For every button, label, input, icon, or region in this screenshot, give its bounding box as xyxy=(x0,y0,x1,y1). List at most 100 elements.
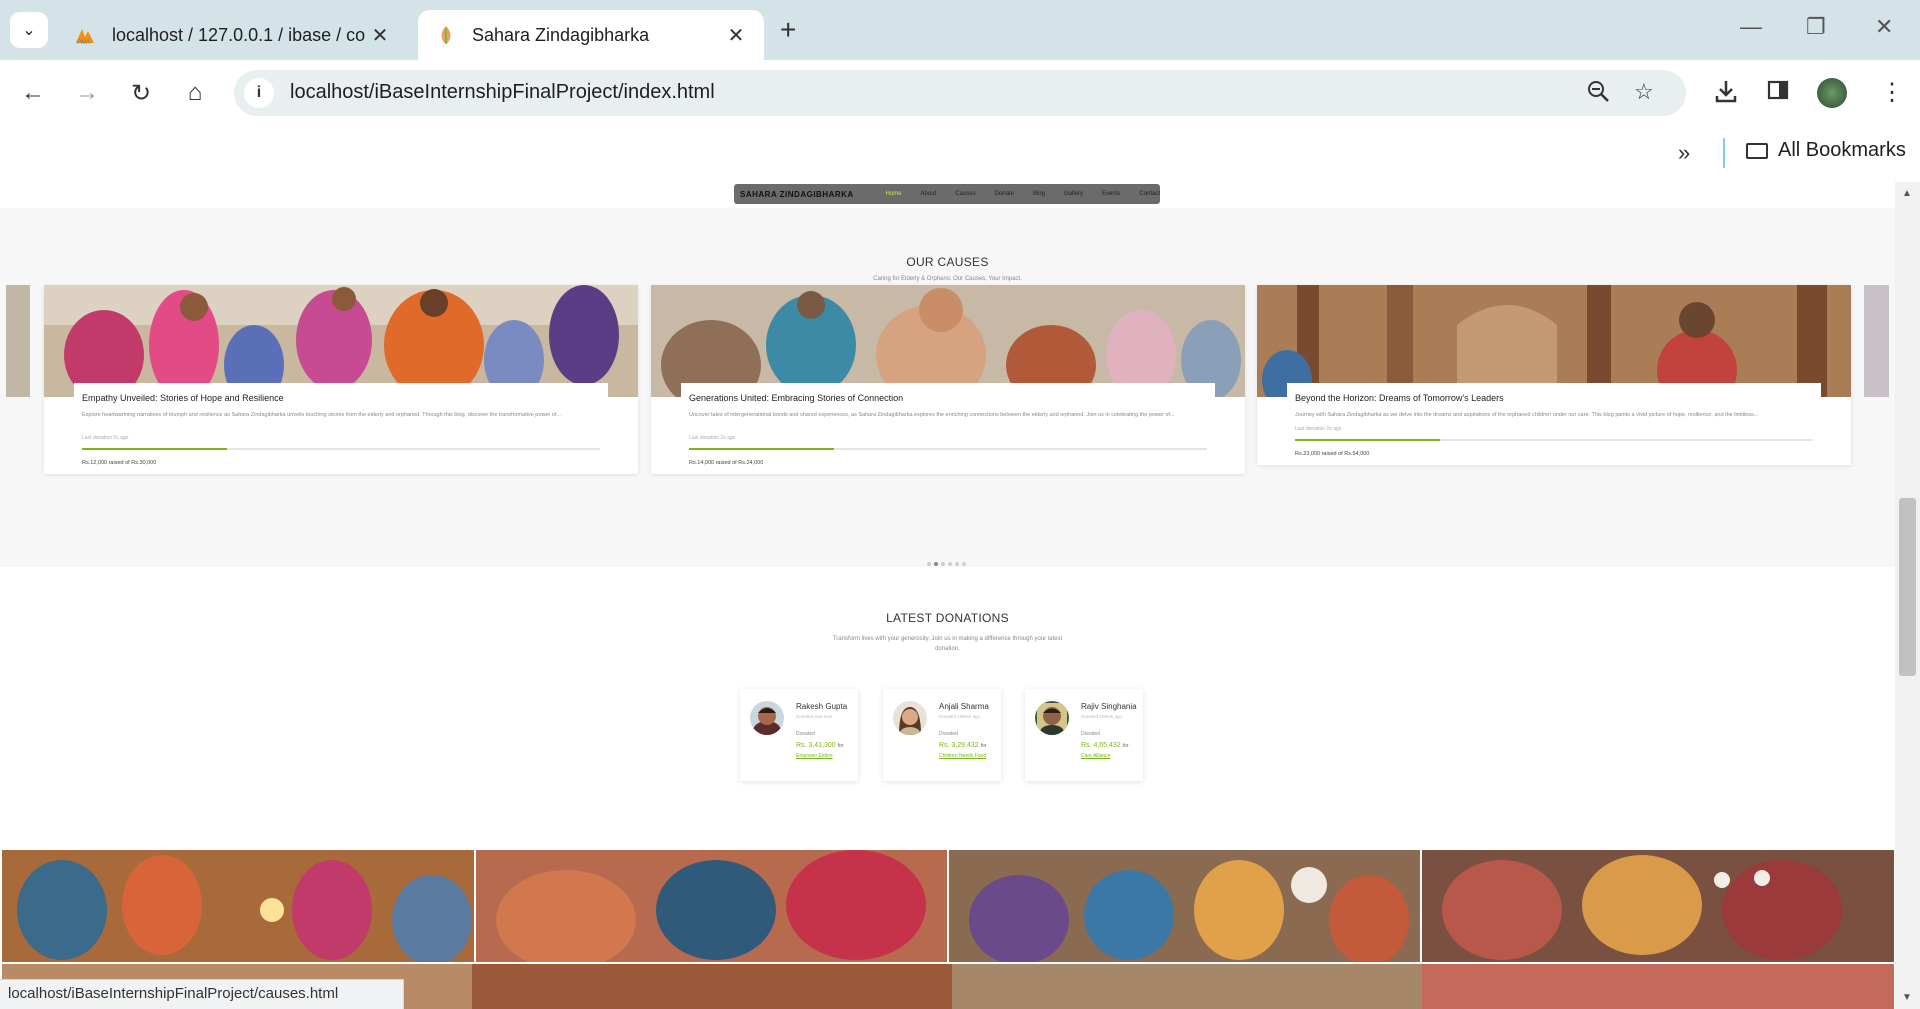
gallery-image[interactable] xyxy=(2,850,474,962)
carousel-dot[interactable] xyxy=(948,562,952,566)
cause-description: Explore heartwarming narratives of trium… xyxy=(82,412,561,418)
carousel-dot[interactable] xyxy=(955,562,959,566)
for-label: for xyxy=(1122,743,1129,749)
nav-gallery[interactable]: Gallery xyxy=(1064,191,1083,197)
tab-sahara[interactable]: Sahara Zindagibharka ✕ xyxy=(418,10,764,60)
nav-blog[interactable]: Blog xyxy=(1033,191,1045,197)
svg-text:PMA: PMA xyxy=(77,40,90,45)
cause-description: Uncover tales of intergenerational bonds… xyxy=(689,412,1175,418)
cause-title[interactable]: Empathy Unveiled: Stories of Hope and Re… xyxy=(82,393,600,403)
nav-causes[interactable]: Causes xyxy=(955,191,975,197)
nav-donate[interactable]: Donate xyxy=(995,191,1014,197)
nav-contact[interactable]: Contact xyxy=(1139,191,1160,197)
gallery-image[interactable] xyxy=(1422,850,1894,962)
more-menu-icon[interactable]: ⋮ xyxy=(1880,78,1904,107)
donation-amount-line: Rs. 3,41,300 for xyxy=(796,742,844,749)
address-url[interactable]: localhost/iBaseInternshipFinalProject/in… xyxy=(290,81,715,104)
donation-cause-link[interactable]: Empower Elders xyxy=(796,753,833,759)
cause-last-donation: Last donation 2s ago xyxy=(689,435,736,441)
chevron-down-icon: ⌄ xyxy=(22,22,36,39)
donor-name: Rajiv Singhania xyxy=(1081,702,1137,711)
donation-time: Donated 1Week ago xyxy=(1081,714,1122,719)
home-icon[interactable]: ⌂ xyxy=(178,76,212,110)
donated-label: Donated xyxy=(1081,731,1100,737)
donated-label: Donated xyxy=(939,731,958,737)
nav-home[interactable]: Home xyxy=(886,191,902,197)
folder-icon xyxy=(1746,142,1768,159)
donations-section: LATEST DONATIONS Transform lives with yo… xyxy=(0,567,1895,832)
downloads-icon[interactable] xyxy=(1713,78,1739,111)
bookmark-star-icon[interactable]: ☆ xyxy=(1634,79,1654,105)
tab-phpmyadmin[interactable]: PMA localhost / 127.0.0.1 / ibase / co ✕ xyxy=(58,10,408,60)
back-arrow-icon[interactable]: ← xyxy=(16,76,50,110)
cause-title[interactable]: Beyond the Horizon: Dreams of Tomorrow's… xyxy=(1295,393,1813,403)
cause-raised: Rs.23,000 raised of Rs.54,000 xyxy=(1295,451,1370,457)
gallery-image[interactable] xyxy=(949,850,1420,962)
tab-strip: ⌄ PMA localhost / 127.0.0.1 / ibase / co… xyxy=(0,0,1920,60)
carousel-prev-peek[interactable] xyxy=(6,285,30,397)
donation-card[interactable]: Rakesh Gupta Donated Just now Donated Rs… xyxy=(740,689,858,781)
donor-name: Anjali Sharma xyxy=(939,702,989,711)
page-scrollbar[interactable]: ▲ ▼ xyxy=(1895,182,1920,1009)
profile-avatar[interactable] xyxy=(1817,78,1847,108)
minimize-icon[interactable]: — xyxy=(1740,14,1762,40)
close-tab-icon[interactable]: ✕ xyxy=(368,23,392,48)
gallery-image[interactable] xyxy=(476,850,947,962)
all-bookmarks-button[interactable]: All Bookmarks xyxy=(1746,139,1906,162)
status-url-bar: localhost/iBaseInternshipFinalProject/ca… xyxy=(0,979,404,1009)
cause-image[interactable] xyxy=(1257,285,1851,397)
address-bar[interactable]: i localhost/iBaseInternshipFinalProject/… xyxy=(234,70,1686,116)
carousel-dot[interactable] xyxy=(962,562,966,566)
tab-search-button[interactable]: ⌄ xyxy=(10,12,48,48)
donations-subtitle-line2: donation. xyxy=(935,646,960,652)
cause-card[interactable]: Empathy Unveiled: Stories of Hope and Re… xyxy=(44,285,638,474)
donations-title: LATEST DONATIONS xyxy=(886,611,1009,625)
carousel-dot[interactable] xyxy=(941,562,945,566)
reload-icon[interactable]: ↻ xyxy=(124,76,158,110)
carousel-dot[interactable] xyxy=(927,562,931,566)
cause-image[interactable] xyxy=(44,285,638,397)
donation-amount: Rs. 3,41,300 xyxy=(796,742,836,749)
double-chevron-right-icon[interactable]: » xyxy=(1678,140,1690,166)
carousel-dots xyxy=(927,562,966,566)
restore-icon[interactable]: ❐ xyxy=(1806,14,1826,40)
window-close-icon[interactable]: ✕ xyxy=(1875,14,1893,40)
donation-card[interactable]: Anjali Sharma Donated 1Week ago Donated … xyxy=(883,689,1001,781)
forward-arrow-icon[interactable]: → xyxy=(70,76,104,110)
cause-card-body: Beyond the Horizon: Dreams of Tomorrow's… xyxy=(1287,383,1821,465)
bookmarks-bar: » All Bookmarks xyxy=(0,126,1920,183)
causes-subtitle: Caring for Elderly & Orphans: Our Causes… xyxy=(873,276,1022,282)
donor-name: Rakesh Gupta xyxy=(796,702,848,711)
nav-events[interactable]: Events xyxy=(1102,191,1120,197)
site-logo[interactable]: SAHARA ZINDAGIBHARKA xyxy=(740,190,867,199)
cause-raised: Rs.12,000 raised of Rs.30,000 xyxy=(82,460,157,466)
cause-card[interactable]: Generations United: Embracing Stories of… xyxy=(651,285,1245,474)
cause-image[interactable] xyxy=(651,285,1245,397)
carousel-next-peek[interactable] xyxy=(1864,285,1889,397)
tab-title: localhost / 127.0.0.1 / ibase / co xyxy=(112,24,366,45)
cause-progress-bar xyxy=(689,448,1207,450)
donation-cause-link[interactable]: Children Needs Food xyxy=(939,753,986,759)
donation-cause-link[interactable]: Care Alliance xyxy=(1081,753,1110,759)
carousel-dot[interactable] xyxy=(934,562,938,566)
close-tab-icon[interactable]: ✕ xyxy=(724,23,748,48)
cause-title[interactable]: Generations United: Embracing Stories of… xyxy=(689,393,1207,403)
scroll-down-arrow-icon[interactable]: ▼ xyxy=(1902,992,1912,1003)
donation-amount-line: Rs. 4,65,432 for xyxy=(1081,742,1129,749)
scroll-up-arrow-icon[interactable]: ▲ xyxy=(1902,188,1912,199)
site-info-icon[interactable]: i xyxy=(244,78,274,108)
bookmarks-divider xyxy=(1723,138,1725,168)
site-navbar: SAHARA ZINDAGIBHARKA Home About Causes D… xyxy=(734,184,1160,204)
for-label: for xyxy=(980,743,987,749)
donor-avatar xyxy=(1035,701,1069,735)
scrollbar-thumb[interactable] xyxy=(1899,498,1916,676)
donor-avatar xyxy=(750,701,784,735)
tab-title: Sahara Zindagibharka xyxy=(472,24,650,45)
side-panel-icon[interactable] xyxy=(1766,78,1790,109)
nav-about[interactable]: About xyxy=(921,191,937,197)
new-tab-plus-icon[interactable]: + xyxy=(780,14,796,46)
cause-progress-fill xyxy=(82,448,228,450)
zoom-icon[interactable] xyxy=(1586,79,1610,109)
donation-card[interactable]: Rajiv Singhania Donated 1Week ago Donate… xyxy=(1025,689,1143,781)
cause-card[interactable]: Beyond the Horizon: Dreams of Tomorrow's… xyxy=(1257,285,1851,465)
